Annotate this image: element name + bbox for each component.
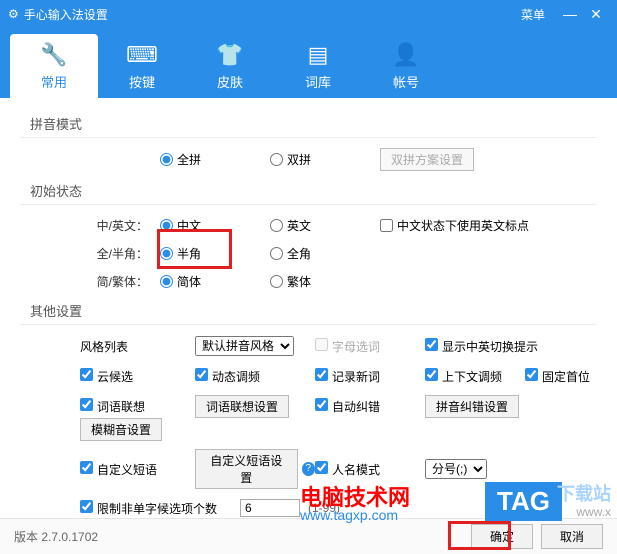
wrench-icon: 🔧 — [40, 42, 67, 68]
version-label: 版本 2.7.0.1702 — [14, 528, 463, 545]
content-area: 拼音模式 全拼 双拼 双拼方案设置 初始状态 中/英文： 中文 英文 中文状态下… — [0, 98, 617, 518]
tab-label: 按键 — [129, 72, 155, 91]
checkbox-lianxiang[interactable]: 词语联想 — [80, 398, 145, 415]
radio-chinese[interactable]: 中文 — [160, 217, 270, 234]
radio-traditional[interactable]: 繁体 — [270, 273, 380, 290]
ok-button[interactable]: 确定 — [471, 524, 533, 549]
tab-skin[interactable]: 👕 皮肤 — [186, 34, 274, 98]
section-other: 其他设置 — [20, 295, 597, 325]
person-icon: 👤 — [392, 42, 419, 68]
footer: 版本 2.7.0.1702 确定 取消 — [0, 518, 617, 554]
row-pinyin-mode: 全拼 双拼 双拼方案设置 — [20, 144, 597, 175]
radio-shuangpin[interactable]: 双拼 — [270, 151, 380, 168]
checkbox-auto-correct[interactable]: 自动纠错 — [315, 398, 380, 415]
label-jian-fan: 简/繁体： — [80, 273, 160, 290]
checkbox-cloud[interactable]: 云候选 — [80, 368, 133, 385]
book-icon: ▤ — [308, 42, 329, 68]
radio-half[interactable]: 半角 — [160, 245, 270, 262]
mohu-settings-button[interactable]: 模糊音设置 — [80, 418, 162, 441]
row-custom-phrase: 自定义短语 自定义短语设置? 人名模式 分号(;) — [20, 445, 597, 493]
checkbox-limit[interactable]: 限制非单字候选项个数 — [80, 500, 217, 517]
fenhao-select[interactable]: 分号(;) — [425, 459, 487, 479]
radio-full[interactable]: 全角 — [270, 245, 380, 262]
tab-label: 皮肤 — [217, 72, 243, 91]
style-select[interactable]: 默认拼音风格 — [195, 336, 294, 356]
tab-label: 常用 — [41, 72, 67, 91]
row-lianxiang: 词语联想 词语联想设置 自动纠错 拼音纠错设置 模糊音设置 — [20, 391, 597, 445]
shirt-icon: 👕 — [216, 42, 243, 68]
close-button[interactable]: ✕ — [583, 6, 609, 23]
cancel-button[interactable]: 取消 — [541, 524, 603, 549]
titlebar: ⚙ 手心输入法设置 菜单 — ✕ — [0, 0, 617, 28]
window-title: 手心输入法设置 — [24, 6, 521, 23]
radio-quanpin[interactable]: 全拼 — [160, 151, 270, 168]
row-limit: 限制非单字候选项个数 (1-99) — [20, 493, 597, 518]
lianxiang-settings-button[interactable]: 词语联想设置 — [195, 395, 289, 418]
label-style: 风格列表 — [80, 338, 128, 355]
tab-label: 词库 — [305, 72, 331, 91]
help-icon[interactable]: ? — [302, 462, 315, 476]
row-cloud: 云候选 动态调频 记录新词 上下文调频 固定首位 — [20, 361, 597, 391]
shuangpin-scheme-button[interactable]: 双拼方案设置 — [380, 148, 474, 171]
label-full-half: 全/半角： — [80, 245, 160, 262]
tab-common[interactable]: 🔧 常用 — [10, 34, 98, 98]
section-pinyin-mode: 拼音模式 — [20, 108, 597, 138]
tab-bar: 🔧 常用 ⌨ 按键 👕 皮肤 ▤ 词库 👤 帐号 — [0, 28, 617, 98]
checkbox-context[interactable]: 上下文调频 — [425, 368, 502, 385]
custom-phrase-button[interactable]: 自定义短语设置 — [195, 449, 298, 489]
tab-account[interactable]: 👤 帐号 — [362, 34, 450, 98]
radio-simplified[interactable]: 简体 — [160, 273, 270, 290]
keyboard-icon: ⌨ — [126, 42, 158, 68]
label-cn-en: 中/英文： — [80, 217, 160, 234]
section-init-state: 初始状态 — [20, 175, 597, 205]
checkbox-renming[interactable]: 人名模式 — [315, 461, 380, 478]
checkbox-custom-phrase[interactable]: 自定义短语 — [80, 461, 157, 478]
gear-icon: ⚙ — [8, 7, 19, 21]
tab-dict[interactable]: ▤ 词库 — [274, 34, 362, 98]
checkbox-en-punct[interactable]: 中文状态下使用英文标点 — [380, 217, 529, 234]
radio-english[interactable]: 英文 — [270, 217, 380, 234]
checkbox-zimu[interactable]: 字母选词 — [315, 338, 380, 355]
menu-button[interactable]: 菜单 — [521, 6, 545, 23]
tab-keys[interactable]: ⌨ 按键 — [98, 34, 186, 98]
checkbox-fixed-first[interactable]: 固定首位 — [525, 368, 590, 385]
limit-range: (1-99) — [308, 501, 340, 515]
row-style: 风格列表 默认拼音风格 字母选词 显示中英切换提示 — [20, 331, 597, 361]
row-cn-en: 中/英文： 中文 英文 中文状态下使用英文标点 — [20, 211, 597, 239]
row-full-half: 全/半角： 半角 全角 — [20, 239, 597, 267]
checkbox-dyn-freq[interactable]: 动态调频 — [195, 368, 260, 385]
jiucuo-settings-button[interactable]: 拼音纠错设置 — [425, 395, 519, 418]
checkbox-record-new[interactable]: 记录新词 — [315, 368, 380, 385]
minimize-button[interactable]: — — [557, 6, 583, 22]
row-jian-fan: 简/繁体： 简体 繁体 — [20, 267, 597, 295]
limit-input[interactable] — [240, 499, 300, 517]
checkbox-show-switch[interactable]: 显示中英切换提示 — [425, 338, 538, 355]
tab-label: 帐号 — [393, 72, 419, 91]
